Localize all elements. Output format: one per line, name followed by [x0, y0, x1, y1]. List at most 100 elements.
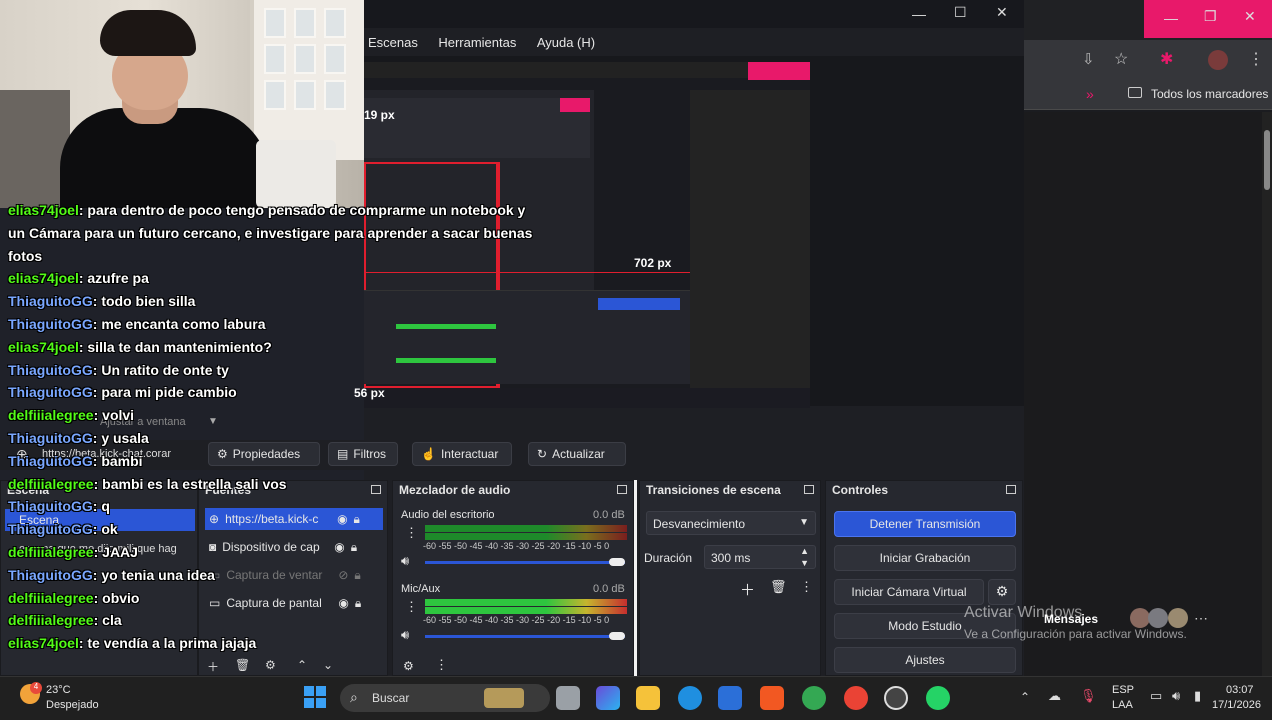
volume-slider[interactable]	[425, 561, 625, 564]
duration-input[interactable]: 300 ms ▲ ▼	[704, 545, 816, 569]
speaker-icon[interactable]: 🔊︎	[401, 627, 409, 643]
windows-start-icon[interactable]	[304, 686, 326, 708]
eye-icon[interactable]: ◉	[338, 596, 348, 610]
copilot-icon[interactable]	[596, 686, 620, 710]
trash-icon[interactable]: 🗑︎	[235, 658, 250, 672]
close-icon[interactable]: ✕	[1244, 8, 1256, 25]
float-icon[interactable]	[804, 485, 814, 494]
install-icon[interactable]: ⇩	[1082, 50, 1095, 68]
lock-icon[interactable]: 🔒︎	[355, 596, 361, 611]
menu-dots-icon[interactable]: ⋮	[435, 657, 448, 673]
mic-icon[interactable]: 🎙︎	[1080, 688, 1097, 704]
settings-button[interactable]: Ajustes	[834, 647, 1016, 673]
star-icon[interactable]: ☆	[1114, 49, 1128, 69]
chat-username: ThiaguitoGG	[8, 361, 93, 378]
webcam-overlay	[0, 0, 364, 208]
filters-button[interactable]: ▤ Filtros	[328, 442, 398, 466]
chevron-up-icon[interactable]: ⌃	[297, 658, 307, 672]
browser-scroll-thumb[interactable]	[1264, 130, 1270, 190]
obs-icon[interactable]	[884, 686, 908, 710]
gear-icon[interactable]: ⚙	[265, 658, 276, 672]
refresh-button[interactable]: ↻ Actualizar	[528, 442, 626, 466]
add-icon[interactable]: ＋	[740, 579, 755, 600]
menu-help[interactable]: Ayuda (H)	[537, 35, 595, 50]
lock-icon[interactable]: 🔒︎	[354, 512, 360, 527]
virtual-camera-button[interactable]: Iniciar Cámara Virtual	[834, 579, 984, 605]
chat-text: te vendía a la prima jajaja	[87, 635, 257, 652]
properties-button[interactable]: ⚙ Propiedades	[208, 442, 320, 466]
folder-icon[interactable]	[636, 686, 660, 710]
all-bookmarks-label[interactable]: Todos los marcadores	[1151, 87, 1268, 101]
interact-button[interactable]: ☝ Interactuar	[412, 442, 512, 466]
menu-dots-icon[interactable]: ⋮	[800, 579, 813, 595]
lang-label[interactable]: ESP	[1112, 684, 1134, 696]
chat-text: me encanta como labura	[101, 316, 266, 332]
menu-tools[interactable]: Herramientas	[438, 35, 516, 50]
chat-text: cla	[102, 612, 122, 629]
speaker-icon[interactable]: 🔊︎	[1172, 688, 1180, 704]
trash-icon[interactable]: 🗑︎	[770, 579, 787, 595]
chevron-up-icon[interactable]: ▲	[800, 546, 809, 556]
maximize-icon[interactable]: ❐	[1204, 8, 1217, 25]
chevron-right-icon[interactable]: »	[1086, 86, 1094, 102]
stop-streaming-button[interactable]: Detener Transmisión	[834, 511, 1016, 537]
volume-knob[interactable]	[609, 558, 625, 566]
eye-icon[interactable]: ◉	[334, 540, 344, 554]
menu-scenes[interactable]: Escenas	[368, 35, 418, 50]
close-icon[interactable]: ✕	[996, 4, 1008, 21]
float-icon[interactable]	[371, 485, 381, 494]
browser-window: — ❐ ✕ ⇩ ☆ ✱ ⋮ » Todos los marcadores	[1022, 0, 1272, 676]
extensions-icon[interactable]: ✱	[1160, 49, 1173, 69]
source-item-browser[interactable]: ⊕ https://beta.kick-c ◉ 🔒︎	[205, 508, 383, 530]
clock-time[interactable]: 03:07	[1226, 684, 1254, 696]
cloud-icon[interactable]: ☁	[1048, 688, 1061, 704]
menu-dots-icon[interactable]: ⋮	[1248, 49, 1264, 69]
add-icon[interactable]: ＋	[207, 658, 219, 675]
browser-scrollbar[interactable]	[1262, 112, 1272, 676]
chrome-icon[interactable]	[844, 686, 868, 710]
chevron-down-icon[interactable]: ⌄	[323, 658, 333, 672]
chevron-down-icon[interactable]: ▼	[800, 558, 809, 568]
whatsapp-icon[interactable]	[926, 686, 950, 710]
search-box[interactable]: ⌕ Buscar	[340, 684, 550, 712]
store-icon[interactable]	[718, 686, 742, 710]
gear-icon[interactable]: ⚙	[988, 579, 1016, 605]
channel-db: 0.0 dB	[593, 583, 625, 595]
volume-knob[interactable]	[609, 632, 625, 640]
minimize-icon[interactable]: —	[912, 6, 926, 22]
monitor-icon[interactable]: ▭	[1150, 688, 1162, 704]
menu-dots-icon[interactable]: ⋮	[405, 599, 418, 615]
chat-message: elias74joel: silla te dan mantenimiento?	[8, 338, 272, 355]
chat-username: elias74joel	[8, 635, 79, 652]
chevron-down-icon[interactable]: ▼	[208, 416, 218, 427]
lang-sub-label[interactable]: LAA	[1112, 699, 1133, 711]
float-icon[interactable]	[617, 485, 627, 494]
battery-icon[interactable]: ▮	[1194, 688, 1201, 704]
float-icon[interactable]	[1006, 485, 1016, 494]
lock-icon[interactable]: 🔒︎	[354, 568, 360, 583]
speaker-icon[interactable]: 🔊︎	[401, 553, 409, 569]
more-icon[interactable]: ⋯	[1194, 610, 1208, 627]
eye-icon[interactable]: ◉	[337, 512, 347, 526]
start-recording-button[interactable]: Iniciar Grabación	[834, 545, 1016, 571]
source-item-window-capture[interactable]: ▭ Captura de ventar ⊘ 🔒︎	[205, 564, 383, 586]
clock-date[interactable]: 17/1/2026	[1212, 699, 1261, 711]
avatar[interactable]	[1208, 50, 1228, 70]
menu-dots-icon[interactable]: ⋮	[405, 525, 418, 541]
transition-select[interactable]: Desvanecimiento ▼	[646, 511, 816, 535]
lock-icon[interactable]: 🔒︎	[351, 540, 357, 555]
chrome-icon[interactable]	[802, 686, 826, 710]
chat-username: delfiiialegree	[8, 589, 94, 606]
edge-icon[interactable]	[678, 686, 702, 710]
dock-splitter[interactable]	[634, 480, 637, 676]
chevron-up-icon[interactable]: ⌃	[1020, 690, 1030, 704]
gear-icon[interactable]: ⚙	[403, 659, 414, 673]
source-item-capture-device[interactable]: ◙ Dispositivo de cap ◉ 🔒︎	[205, 536, 383, 558]
volume-slider[interactable]	[425, 635, 625, 638]
maximize-icon[interactable]: ☐	[954, 4, 967, 21]
task-view-icon[interactable]	[556, 686, 580, 710]
minimize-icon[interactable]: —	[1164, 10, 1178, 26]
eye-off-icon[interactable]: ⊘	[338, 568, 348, 582]
brave-icon[interactable]	[760, 686, 784, 710]
source-item-screen-capture[interactable]: ▭ Captura de pantal ◉ 🔒︎	[205, 592, 383, 614]
